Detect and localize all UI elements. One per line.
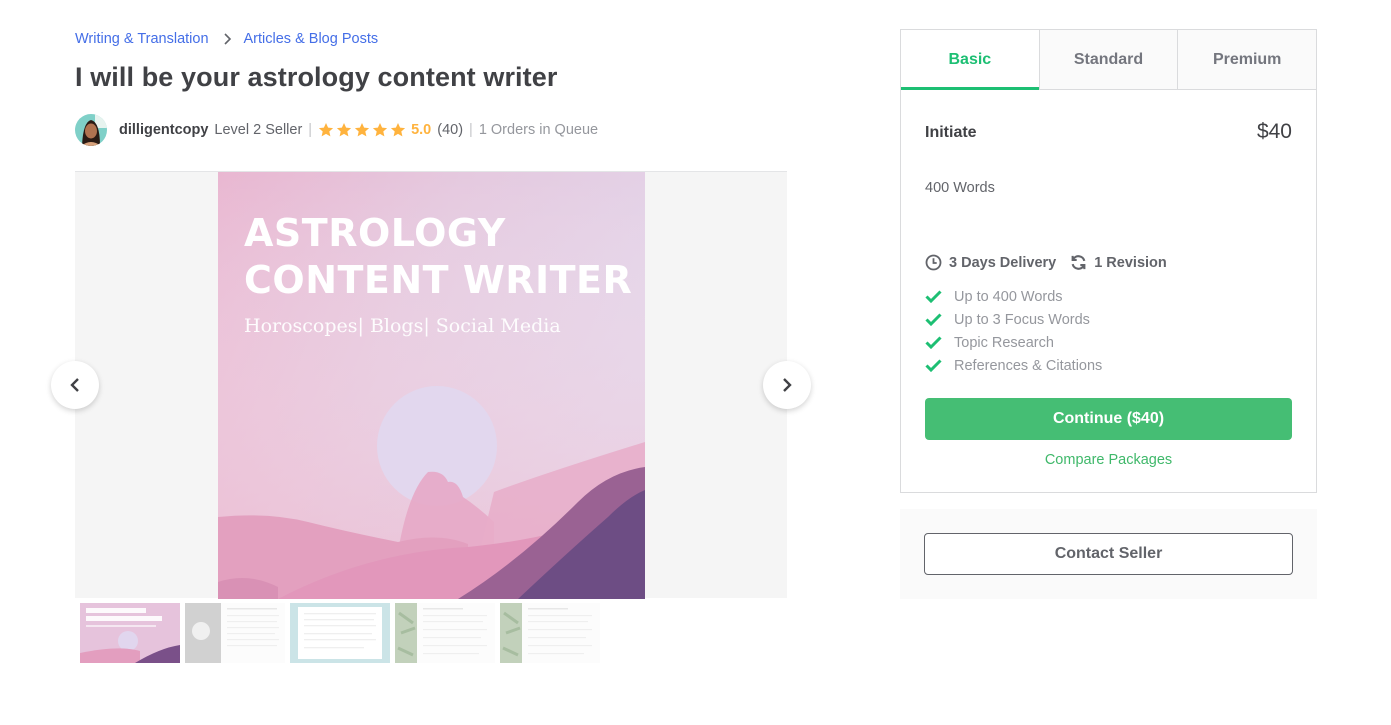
star-icon	[390, 123, 406, 137]
package-name: Initiate	[925, 124, 977, 141]
package-price: $40	[1256, 120, 1292, 143]
delivery-time: 3 Days Delivery	[949, 254, 1057, 271]
star-icon	[354, 123, 370, 137]
feature-list: Up to 400 Words Up to 3 Focus Words Topi…	[925, 285, 1102, 377]
package-content: Initiate $40 400 Words 3 Days Delivery 1…	[901, 90, 1316, 492]
thumbnail-2[interactable]	[185, 603, 285, 663]
gallery-next-button[interactable]	[763, 361, 811, 409]
main-image-heading-line1: ASTROLOGY	[244, 211, 506, 255]
thumbnail-3[interactable]	[290, 603, 390, 663]
gig-title: I will be your astrology content writer	[75, 62, 558, 92]
feature-label: Up to 400 Words	[954, 288, 1063, 305]
feature-item: References & Citations	[925, 354, 1102, 377]
clock-icon	[925, 254, 942, 271]
tab-premium[interactable]: Premium	[1177, 30, 1317, 89]
seller-overview: dilligentcopy Level 2 Seller | 5.0 (40) …	[75, 114, 598, 146]
breadcrumb-writing-translation[interactable]: Writing & Translation	[75, 31, 209, 47]
check-icon	[925, 359, 943, 372]
package-tabs: Basic Standard Premium	[901, 30, 1317, 90]
chevron-left-icon	[69, 377, 81, 393]
seller-avatar[interactable]	[75, 114, 107, 146]
delivery-info: 3 Days Delivery 1 Revision	[925, 254, 1167, 271]
feature-label: References & Citations	[954, 357, 1103, 374]
continue-button[interactable]: Continue ($40)	[925, 398, 1292, 440]
star-icon	[336, 123, 352, 137]
star-rating	[318, 122, 406, 138]
orders-in-queue: 1 Orders in Queue	[478, 122, 599, 138]
gallery-thumbnails	[80, 603, 600, 663]
feature-item: Topic Research	[925, 331, 1102, 354]
packages-card: Basic Standard Premium Initiate $40 400 …	[900, 29, 1317, 493]
thumbnail-1[interactable]	[80, 603, 180, 663]
review-count[interactable]: (40)	[437, 122, 463, 138]
feature-label: Up to 3 Focus Words	[954, 311, 1090, 328]
package-description: 400 Words	[925, 180, 995, 196]
main-image-heading-line2: CONTENT WRITER	[244, 258, 633, 302]
refresh-icon	[1070, 254, 1087, 271]
seller-username[interactable]: dilligentcopy	[119, 122, 208, 138]
gig-gallery: ASTROLOGY CONTENT WRITER Horoscopes| Blo…	[75, 171, 787, 599]
feature-item: Up to 400 Words	[925, 285, 1102, 308]
feature-item: Up to 3 Focus Words	[925, 308, 1102, 331]
chevron-right-icon	[223, 33, 232, 45]
revisions: 1 Revision	[1094, 254, 1167, 271]
seller-level: Level 2 Seller	[214, 122, 303, 138]
feature-label: Topic Research	[954, 334, 1054, 351]
breadcrumb-articles-blog-posts[interactable]: Articles & Blog Posts	[244, 31, 379, 47]
divider: |	[308, 122, 313, 138]
check-icon	[925, 290, 943, 303]
tab-standard[interactable]: Standard	[1038, 30, 1178, 89]
gallery-prev-button[interactable]	[51, 361, 99, 409]
check-icon	[925, 313, 943, 326]
check-icon	[925, 336, 943, 349]
compare-packages-link[interactable]: Compare Packages	[901, 452, 1316, 468]
rating-score: 5.0	[411, 122, 432, 138]
contact-seller-button[interactable]: Contact Seller	[924, 533, 1293, 575]
breadcrumb: Writing & Translation Articles & Blog Po…	[75, 31, 378, 47]
thumbnail-4[interactable]	[395, 603, 495, 663]
gallery-main-image[interactable]: ASTROLOGY CONTENT WRITER Horoscopes| Blo…	[218, 172, 645, 599]
contact-seller-panel: Contact Seller	[900, 509, 1317, 599]
star-icon	[318, 123, 334, 137]
star-icon	[372, 123, 388, 137]
main-image-subheading: Horoscopes| Blogs| Social Media	[244, 315, 561, 337]
divider: |	[469, 122, 473, 138]
main-image-heading: ASTROLOGY CONTENT WRITER	[244, 210, 632, 304]
chevron-right-icon	[781, 377, 793, 393]
tab-basic[interactable]: Basic	[901, 30, 1039, 90]
thumbnail-5[interactable]	[500, 603, 600, 663]
